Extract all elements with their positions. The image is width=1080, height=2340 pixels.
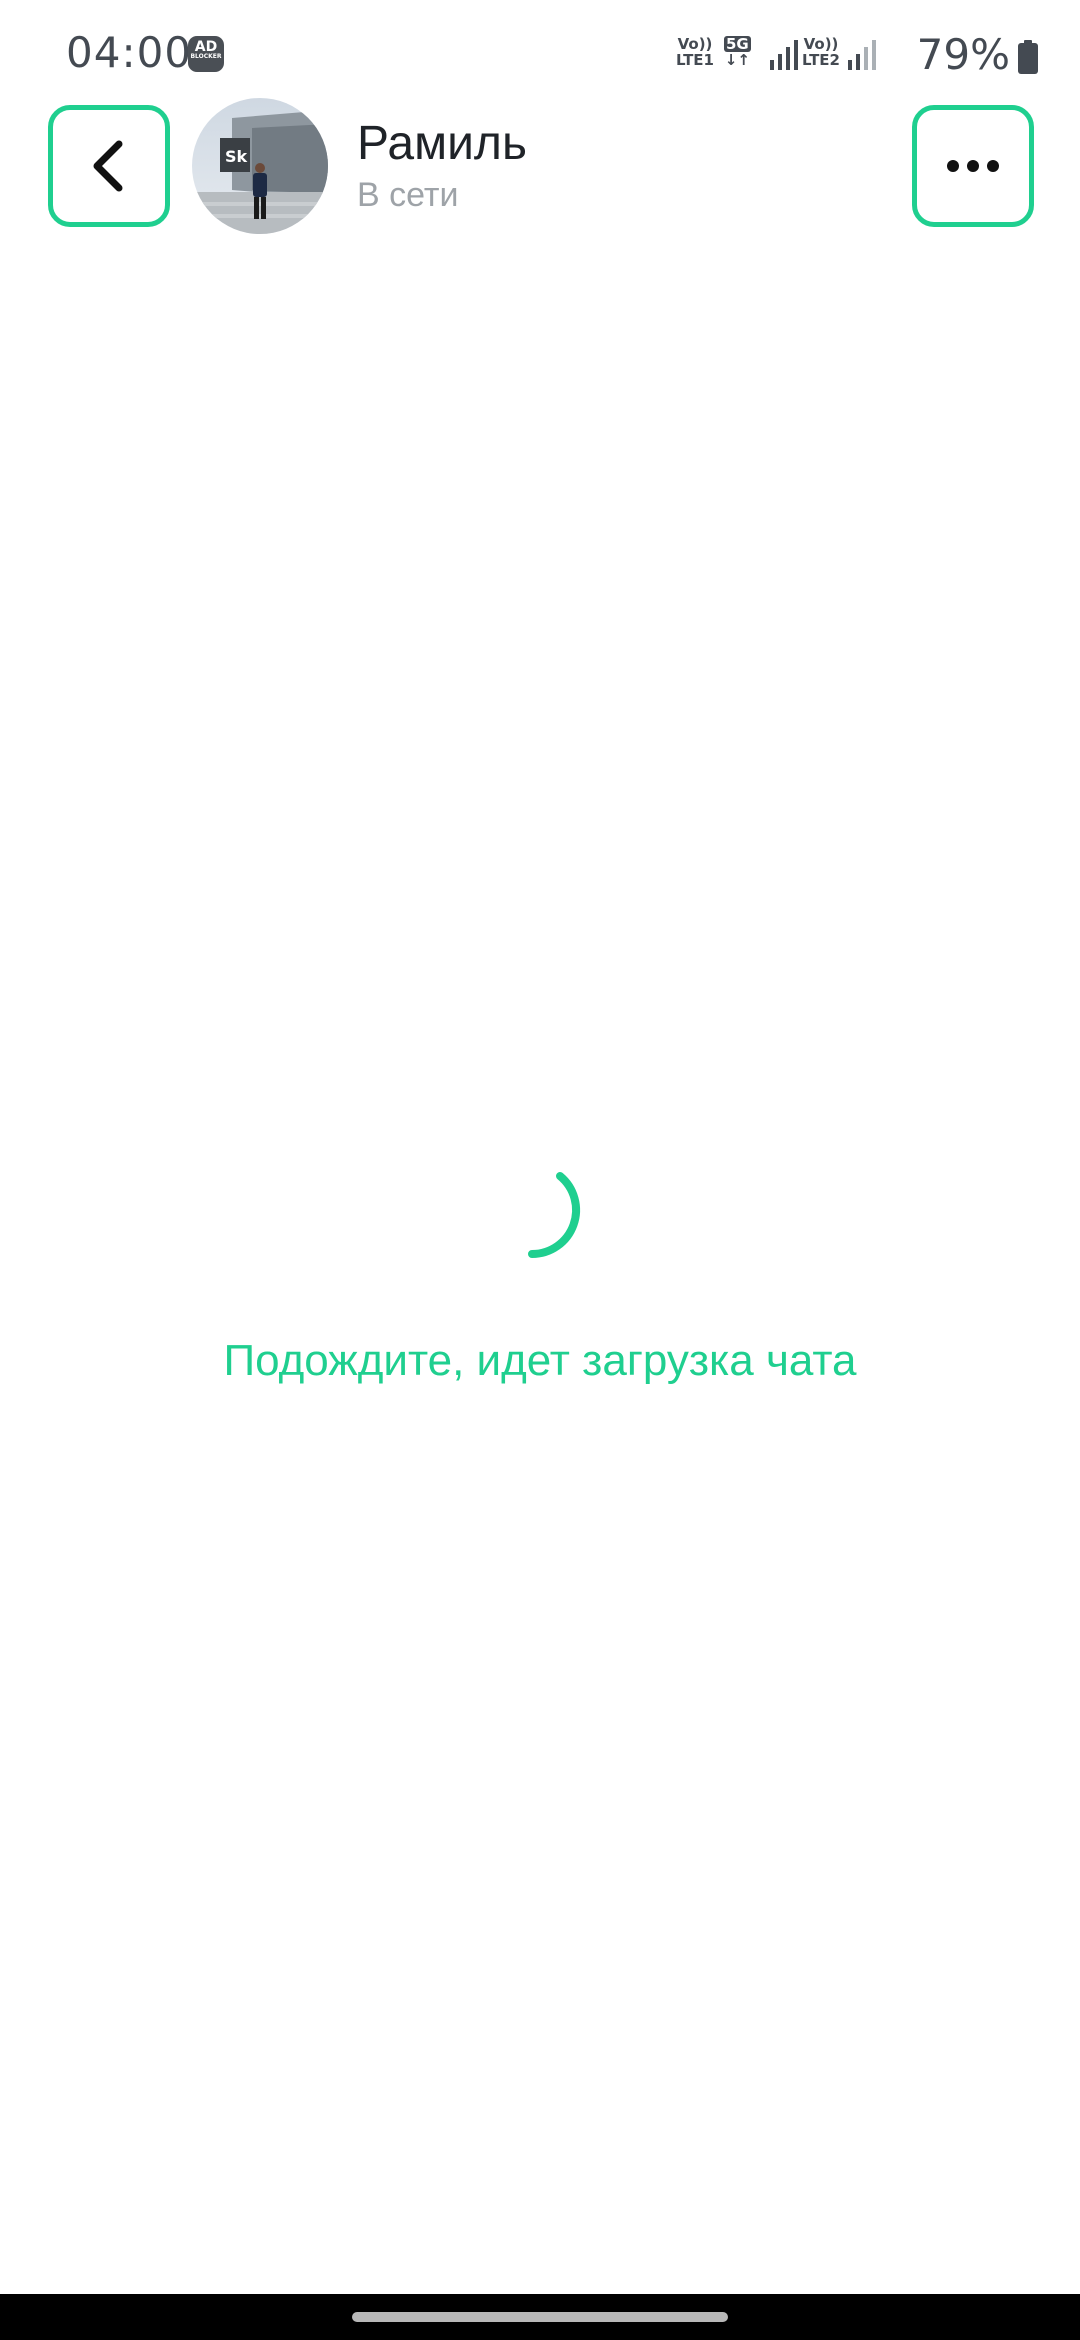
status-time: 04:00 [66, 28, 193, 77]
contact-status: В сети [357, 176, 459, 214]
sim1-volte-bottom: LTE1 [676, 51, 714, 69]
signal-icon-sim2 [848, 40, 876, 70]
home-indicator[interactable] [352, 2312, 728, 2322]
loading-spinner-icon [528, 1172, 581, 1259]
chevron-left-icon [93, 140, 123, 192]
system-nav-bar [0, 2294, 1080, 2340]
data-arrows-icon: ↓↑ [724, 51, 750, 69]
more-options-button[interactable] [912, 105, 1034, 227]
signal-icon [770, 40, 798, 70]
sim2-volte-indicator: Vo)) LTE2 [802, 36, 840, 68]
more-horizontal-icon [947, 160, 999, 172]
battery-icon [1018, 40, 1038, 74]
avatar[interactable]: Sk [192, 98, 328, 234]
adblocker-icon: AD BLOCKER [188, 36, 224, 72]
chat-screen: 04:00 AD BLOCKER Vo)) LTE1 5G ↓↑ Vo)) LT… [0, 0, 1080, 2340]
avatar-photo: Sk [192, 98, 328, 234]
network-5g-indicator: 5G ↓↑ [724, 36, 751, 68]
status-indicators: Vo)) LTE1 5G ↓↑ Vo)) LTE2 79% [660, 30, 1080, 79]
sim2-volte-top: Vo)) [803, 35, 839, 53]
back-button[interactable] [48, 105, 170, 227]
sim2-volte-bottom: LTE2 [802, 51, 840, 69]
network-type: 5G [724, 35, 751, 53]
contact-name: Рамиль [357, 117, 527, 170]
battery-percent: 79% [916, 30, 1010, 79]
loading-message: Подождите, идет загрузка чата [223, 1336, 857, 1385]
sim1-volte-indicator: Vo)) LTE1 [676, 36, 714, 68]
chat-header: Sk Рамиль В сети [0, 98, 1080, 240]
adblocker-sub-label: BLOCKER [190, 53, 222, 60]
sim1-volte-top: Vo)) [677, 35, 713, 53]
status-bar: 04:00 AD BLOCKER Vo)) LTE1 5G ↓↑ Vo)) LT… [0, 0, 1080, 100]
svg-text:Sk: Sk [225, 147, 248, 166]
